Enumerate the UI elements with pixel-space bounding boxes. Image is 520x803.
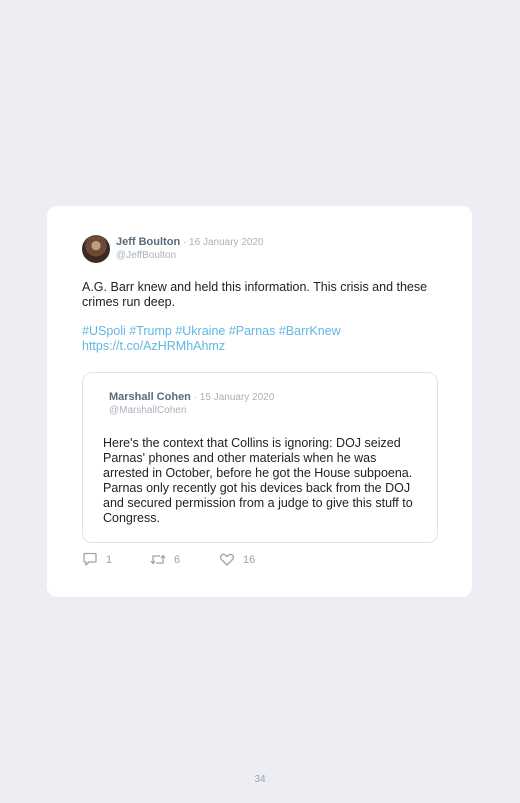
page-number: 34 [254,774,266,785]
like-button[interactable]: 16 [219,552,279,567]
quoted-author-name[interactable]: Marshall Cohen [109,391,191,403]
quoted-author-handle[interactable]: @MarshallCohen [109,404,274,417]
tweet-hashtags-and-link: #USpoli #Trump #Ukraine #Parnas #BarrKne… [82,324,432,354]
author-name-row: Jeff Boulton · 16 January 2020 [116,236,264,249]
author-meta: Jeff Boulton · 16 January 2020 @JeffBoul… [116,236,264,262]
reply-icon [82,552,98,567]
tweet-text: A.G. Barr knew and held this information… [82,280,428,309]
quoted-tweet-date[interactable]: · 15 January 2020 [191,392,275,403]
quoted-tweet[interactable]: Marshall Cohen · 15 January 2020 @Marsha… [82,372,438,543]
reply-count: 1 [106,553,113,566]
reply-button[interactable]: 1 [82,552,150,567]
retweet-icon [150,552,166,567]
tweet-actions: 1 6 16 [82,552,279,567]
like-count: 16 [243,553,256,566]
retweet-button[interactable]: 6 [150,552,219,567]
author-handle[interactable]: @JeffBoulton [116,249,264,262]
tweet-card: Jeff Boulton · 16 January 2020 @JeffBoul… [47,206,472,597]
avatar[interactable] [82,235,110,263]
quoted-tweet-text: Here's the context that Collins is ignor… [103,436,413,525]
quoted-author-name-row: Marshall Cohen · 15 January 2020 [109,391,274,404]
tweet-link[interactable]: https://t.co/AzHRMhAhmz [82,339,432,354]
quoted-tweet-header: Marshall Cohen · 15 January 2020 @Marsha… [109,391,274,417]
retweet-count: 6 [174,553,181,566]
tweet-header: Jeff Boulton · 16 January 2020 @JeffBoul… [82,234,264,264]
tweet-date[interactable]: · 16 January 2020 [180,237,264,248]
tweet-hashtags[interactable]: #USpoli #Trump #Ukraine #Parnas #BarrKne… [82,324,432,339]
author-name[interactable]: Jeff Boulton [116,236,180,248]
heart-icon [219,552,235,567]
